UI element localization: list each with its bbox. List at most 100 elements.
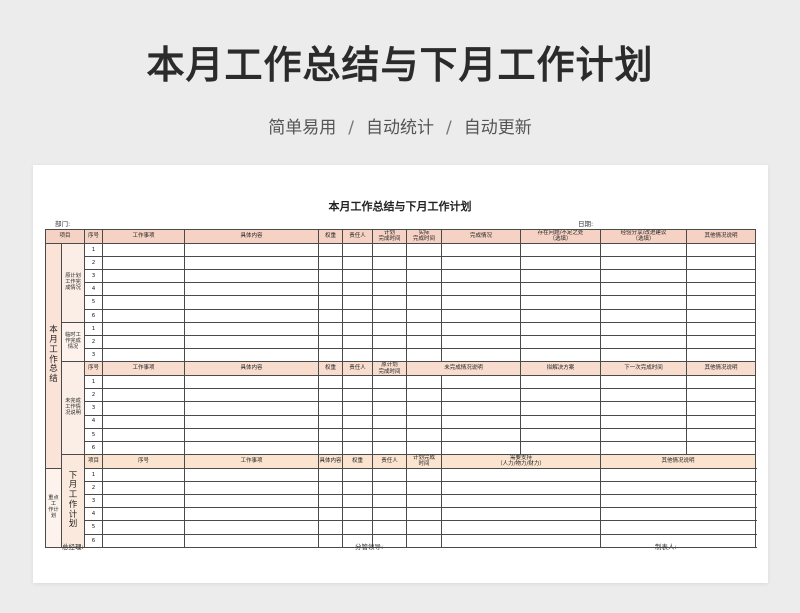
editable-cell[interactable] xyxy=(406,401,443,416)
editable-cell[interactable] xyxy=(372,520,408,535)
editable-cell[interactable] xyxy=(686,374,757,390)
editable-cell[interactable] xyxy=(520,268,602,284)
editable-cell[interactable] xyxy=(686,414,757,429)
editable-cell[interactable] xyxy=(406,308,443,323)
editable-cell[interactable] xyxy=(520,334,602,350)
editable-cell[interactable] xyxy=(318,348,344,363)
editable-cell[interactable] xyxy=(342,374,374,390)
editable-cell[interactable] xyxy=(441,268,522,284)
editable-cell[interactable] xyxy=(318,308,344,323)
editable-cell[interactable] xyxy=(686,242,757,257)
editable-cell[interactable] xyxy=(102,414,186,429)
editable-cell[interactable] xyxy=(406,295,443,310)
editable-cell[interactable] xyxy=(600,334,688,350)
editable-cell[interactable] xyxy=(600,321,688,336)
editable-cell[interactable] xyxy=(184,348,320,363)
editable-cell[interactable] xyxy=(372,268,408,284)
editable-cell[interactable] xyxy=(406,282,443,297)
editable-cell[interactable] xyxy=(342,480,374,496)
editable-cell[interactable] xyxy=(318,414,344,429)
editable-cell[interactable] xyxy=(441,321,522,336)
editable-cell[interactable] xyxy=(318,334,344,350)
editable-cell[interactable] xyxy=(441,507,602,522)
editable-cell[interactable] xyxy=(102,520,186,535)
editable-cell[interactable] xyxy=(102,507,186,522)
editable-cell[interactable] xyxy=(372,308,408,323)
editable-cell[interactable] xyxy=(600,533,757,548)
editable-cell[interactable] xyxy=(600,308,688,323)
editable-cell[interactable] xyxy=(318,507,344,522)
editable-cell[interactable] xyxy=(520,440,602,456)
editable-cell[interactable] xyxy=(102,295,186,310)
editable-cell[interactable] xyxy=(686,348,757,363)
editable-cell[interactable] xyxy=(318,427,344,442)
editable-cell[interactable] xyxy=(520,414,602,429)
editable-cell[interactable] xyxy=(102,494,186,509)
editable-cell[interactable] xyxy=(372,401,408,416)
editable-cell[interactable] xyxy=(441,414,522,429)
editable-cell[interactable] xyxy=(184,480,320,496)
editable-cell[interactable] xyxy=(520,374,602,390)
editable-cell[interactable] xyxy=(102,348,186,363)
editable-cell[interactable] xyxy=(600,374,688,390)
editable-cell[interactable] xyxy=(600,520,757,535)
editable-cell[interactable] xyxy=(184,334,320,350)
editable-cell[interactable] xyxy=(102,533,186,548)
editable-cell[interactable] xyxy=(520,427,602,442)
editable-cell[interactable] xyxy=(184,321,320,336)
editable-cell[interactable] xyxy=(184,467,320,482)
editable-cell[interactable] xyxy=(441,467,602,482)
editable-cell[interactable] xyxy=(342,242,374,257)
editable-cell[interactable] xyxy=(102,374,186,390)
editable-cell[interactable] xyxy=(184,268,320,284)
editable-cell[interactable] xyxy=(441,282,522,297)
editable-cell[interactable] xyxy=(441,242,522,257)
editable-cell[interactable] xyxy=(184,388,320,403)
editable-cell[interactable] xyxy=(686,282,757,297)
editable-cell[interactable] xyxy=(184,255,320,271)
editable-cell[interactable] xyxy=(406,388,443,403)
editable-cell[interactable] xyxy=(372,242,408,257)
editable-cell[interactable] xyxy=(441,308,522,323)
editable-cell[interactable] xyxy=(372,255,408,271)
editable-cell[interactable] xyxy=(318,282,344,297)
editable-cell[interactable] xyxy=(686,334,757,350)
editable-cell[interactable] xyxy=(102,480,186,496)
editable-cell[interactable] xyxy=(372,334,408,350)
editable-cell[interactable] xyxy=(406,533,443,548)
editable-cell[interactable] xyxy=(520,255,602,271)
editable-cell[interactable] xyxy=(600,348,688,363)
editable-cell[interactable] xyxy=(342,321,374,336)
editable-cell[interactable] xyxy=(600,480,757,496)
editable-cell[interactable] xyxy=(600,255,688,271)
editable-cell[interactable] xyxy=(318,480,344,496)
editable-cell[interactable] xyxy=(184,427,320,442)
editable-cell[interactable] xyxy=(102,282,186,297)
editable-cell[interactable] xyxy=(102,440,186,456)
editable-cell[interactable] xyxy=(372,388,408,403)
editable-cell[interactable] xyxy=(441,520,602,535)
editable-cell[interactable] xyxy=(441,533,602,548)
editable-cell[interactable] xyxy=(342,388,374,403)
editable-cell[interactable] xyxy=(520,282,602,297)
editable-cell[interactable] xyxy=(102,401,186,416)
editable-cell[interactable] xyxy=(600,268,688,284)
editable-cell[interactable] xyxy=(520,348,602,363)
editable-cell[interactable] xyxy=(372,295,408,310)
editable-cell[interactable] xyxy=(342,507,374,522)
editable-cell[interactable] xyxy=(441,374,522,390)
editable-cell[interactable] xyxy=(102,255,186,271)
editable-cell[interactable] xyxy=(441,440,522,456)
editable-cell[interactable] xyxy=(342,494,374,509)
editable-cell[interactable] xyxy=(342,295,374,310)
editable-cell[interactable] xyxy=(102,427,186,442)
editable-cell[interactable] xyxy=(342,520,374,535)
editable-cell[interactable] xyxy=(318,255,344,271)
editable-cell[interactable] xyxy=(686,255,757,271)
editable-cell[interactable] xyxy=(318,520,344,535)
editable-cell[interactable] xyxy=(184,401,320,416)
editable-cell[interactable] xyxy=(406,480,443,496)
editable-cell[interactable] xyxy=(372,321,408,336)
editable-cell[interactable] xyxy=(520,242,602,257)
editable-cell[interactable] xyxy=(318,494,344,509)
